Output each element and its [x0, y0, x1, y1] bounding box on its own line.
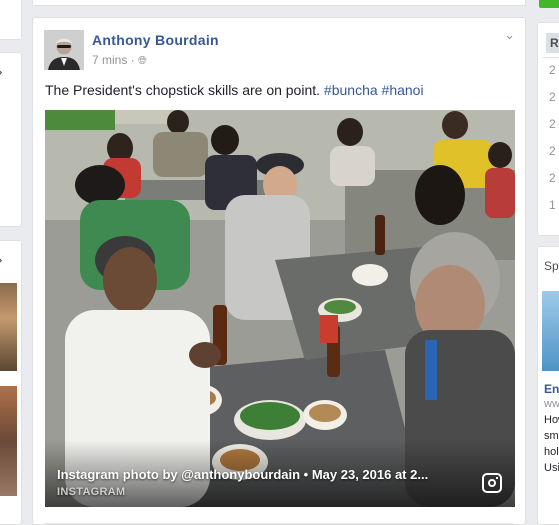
right-card-sponsored: Spo Enjo www How sma holic Usin — [537, 246, 559, 525]
photo-caption-title[interactable]: Instagram photo by @anthonybourdain • Ma… — [57, 467, 428, 482]
post-meta: 7 mins · 🌐︎ — [92, 53, 147, 68]
instagram-icon[interactable] — [482, 473, 502, 493]
left-card-top — [0, 0, 22, 40]
post-timestamp[interactable]: 7 mins — [92, 53, 127, 67]
right-card-header: R — [546, 33, 559, 53]
list-item[interactable]: 2 — [549, 171, 556, 185]
hashtag-link[interactable]: #hanoi — [382, 82, 424, 98]
left-card-middle: › — [0, 52, 22, 227]
avatar[interactable] — [44, 30, 84, 70]
ad-text-line: Usin — [544, 462, 559, 474]
ad-text-line: holic — [544, 446, 559, 458]
previous-post-edge — [32, 0, 526, 6]
hashtag-link[interactable]: #buncha — [324, 82, 378, 98]
list-item[interactable]: 2 — [549, 144, 556, 158]
meta-separator: · — [130, 53, 139, 67]
right-sidebar: R 2 2 2 2 2 1 Spo Enjo www How sma holic… — [533, 0, 559, 525]
photo-source: INSTAGRAM — [57, 486, 126, 498]
ad-text-line: sma — [544, 430, 559, 442]
thumbnail-image[interactable] — [0, 283, 17, 371]
post-photo[interactable]: Instagram photo by @anthonybourdain • Ma… — [45, 110, 515, 507]
ad-text-line: How — [544, 414, 559, 426]
list-item[interactable]: 2 — [549, 63, 556, 77]
post-text: The President's chopstick skills are on … — [45, 82, 424, 98]
author-name[interactable]: Anthony Bourdain — [92, 32, 219, 48]
ad-title[interactable]: Enjo — [544, 382, 559, 396]
ad-url[interactable]: www — [544, 398, 559, 410]
left-sidebar: › › — [0, 0, 22, 525]
left-card-bottom: › — [0, 240, 22, 525]
sponsored-heading: Spo — [544, 259, 559, 273]
post-card: Anthony Bourdain 7 mins · 🌐︎ ⌄ The Presi… — [32, 17, 526, 525]
chevron-right-icon[interactable]: › — [0, 251, 3, 269]
ad-image[interactable] — [542, 291, 559, 371]
photo-caption: Instagram photo by @anthonybourdain • Ma… — [57, 467, 428, 498]
globe-icon: 🌐︎ — [138, 54, 147, 67]
green-button[interactable] — [539, 0, 559, 8]
list-item[interactable]: 2 — [549, 90, 556, 104]
list-item[interactable]: 2 — [549, 117, 556, 131]
right-card-list: R 2 2 2 2 2 1 — [537, 22, 559, 236]
post-text-body: The President's chopstick skills are on … — [45, 82, 324, 98]
divider — [542, 57, 559, 58]
chevron-down-icon[interactable]: ⌄ — [504, 28, 515, 43]
list-item[interactable]: 1 — [549, 198, 556, 212]
photo-illustration — [45, 110, 515, 507]
right-card-header-label: R — [550, 36, 559, 50]
thumbnail-image[interactable] — [0, 386, 17, 496]
divider — [45, 523, 513, 524]
chevron-right-icon[interactable]: › — [0, 63, 3, 81]
